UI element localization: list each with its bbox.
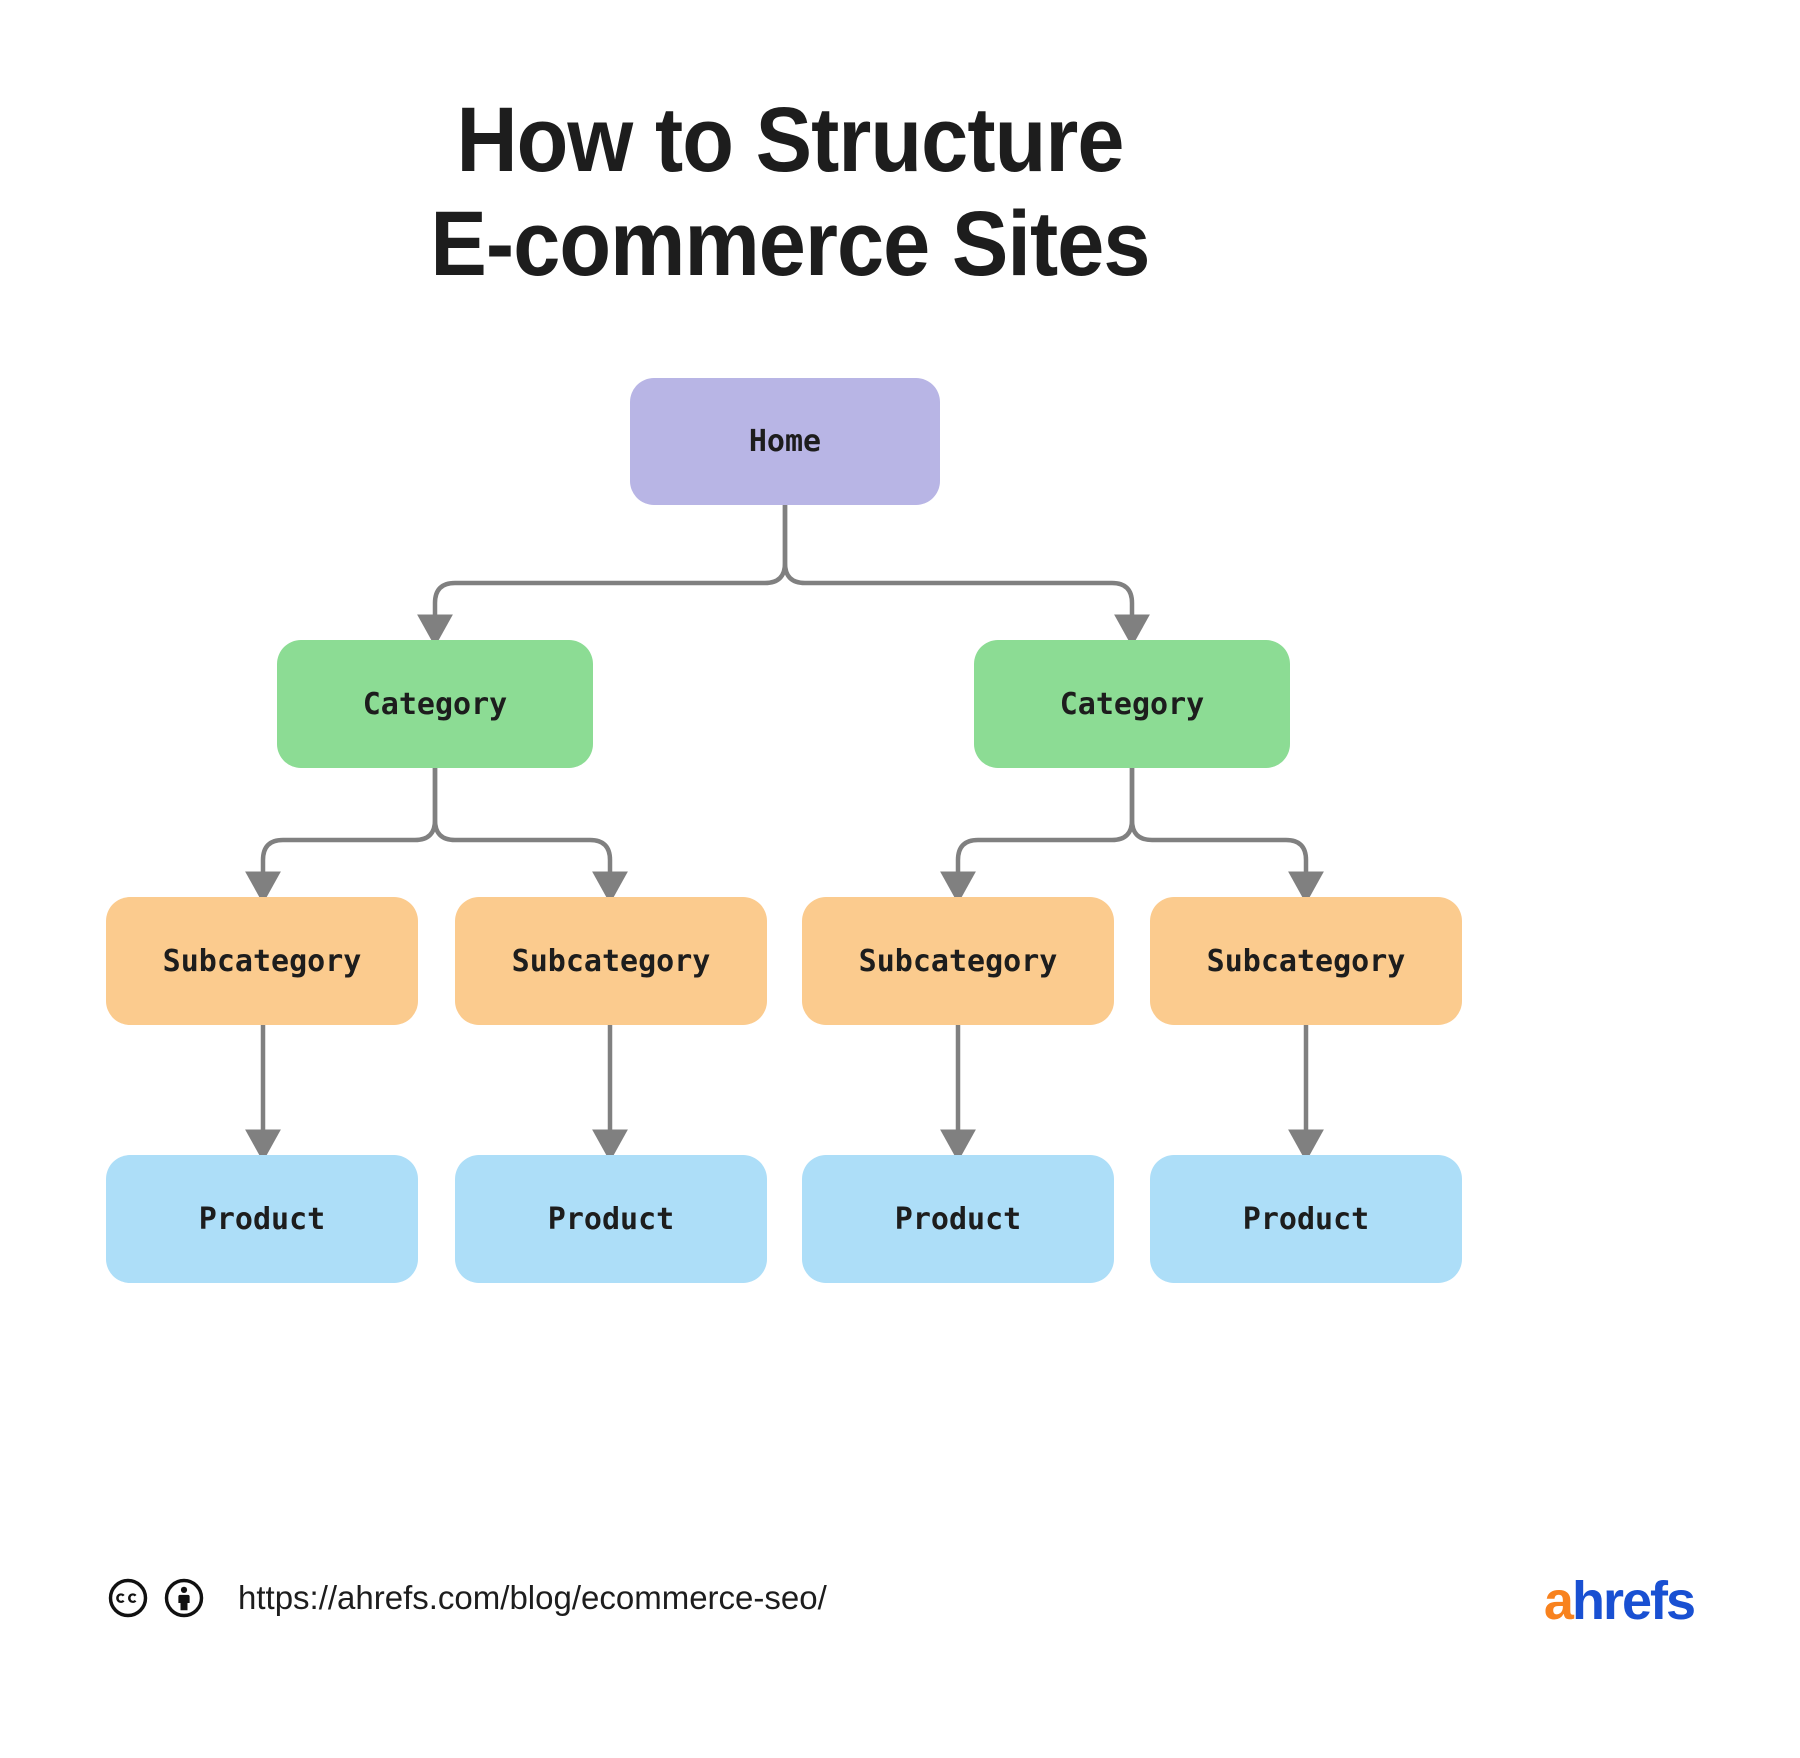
edge-category-left-to-sub-2 bbox=[432, 768, 628, 904]
node-product-1[interactable]: Product bbox=[106, 1155, 418, 1283]
node-product-4-label: Product bbox=[1242, 1201, 1370, 1237]
ahrefs-logo-a: a bbox=[1543, 1571, 1574, 1631]
node-product-3-label: Product bbox=[894, 1201, 1022, 1237]
edge-home-to-category-right bbox=[782, 505, 1150, 647]
node-subcategory-4[interactable]: Subcategory bbox=[1150, 897, 1462, 1025]
edge-category-left-to-sub-1 bbox=[245, 768, 438, 904]
ahrefs-logo-rest: hrefs bbox=[1571, 1571, 1696, 1631]
page-title-line-1: How to Structure bbox=[456, 89, 1124, 191]
node-subcategory-2[interactable]: Subcategory bbox=[455, 897, 767, 1025]
node-category-right[interactable]: Category bbox=[974, 640, 1290, 768]
node-product-1-label: Product bbox=[198, 1201, 326, 1237]
node-subcategory-1[interactable]: Subcategory bbox=[106, 897, 418, 1025]
infographic-canvas: How to Structure E-commerce Sites Home C… bbox=[0, 0, 1800, 1758]
node-home[interactable]: Home bbox=[630, 378, 940, 505]
node-product-4[interactable]: Product bbox=[1150, 1155, 1462, 1283]
edge-category-right-to-sub-3 bbox=[940, 768, 1135, 904]
node-category-left[interactable]: Category bbox=[277, 640, 593, 768]
page-title: How to Structure E-commerce Sites bbox=[63, 88, 1517, 296]
ahrefs-logo[interactable]: ahrefs bbox=[1543, 1571, 1696, 1631]
license-row: https://ahrefs.com/blog/ecommerce-seo/ bbox=[108, 1578, 827, 1618]
node-category-left-label: Category bbox=[362, 686, 508, 722]
node-subcategory-4-label: Subcategory bbox=[1206, 943, 1406, 979]
page-title-line-2: E-commerce Sites bbox=[430, 193, 1150, 295]
node-category-right-label: Category bbox=[1059, 686, 1205, 722]
node-subcategory-3-label: Subcategory bbox=[858, 943, 1058, 979]
creative-commons-by-icon bbox=[164, 1578, 204, 1618]
edge-home-to-category-left bbox=[417, 505, 788, 647]
node-product-3[interactable]: Product bbox=[802, 1155, 1114, 1283]
creative-commons-icon bbox=[108, 1578, 148, 1618]
node-subcategory-2-label: Subcategory bbox=[511, 943, 711, 979]
node-product-2[interactable]: Product bbox=[455, 1155, 767, 1283]
edge-category-right-to-sub-4 bbox=[1129, 768, 1324, 904]
node-subcategory-3[interactable]: Subcategory bbox=[802, 897, 1114, 1025]
footer: https://ahrefs.com/blog/ecommerce-seo/ a… bbox=[0, 1560, 1800, 1680]
node-home-label: Home bbox=[748, 424, 822, 459]
node-product-2-label: Product bbox=[547, 1201, 675, 1237]
node-subcategory-1-label: Subcategory bbox=[162, 943, 362, 979]
source-url[interactable]: https://ahrefs.com/blog/ecommerce-seo/ bbox=[238, 1579, 827, 1617]
